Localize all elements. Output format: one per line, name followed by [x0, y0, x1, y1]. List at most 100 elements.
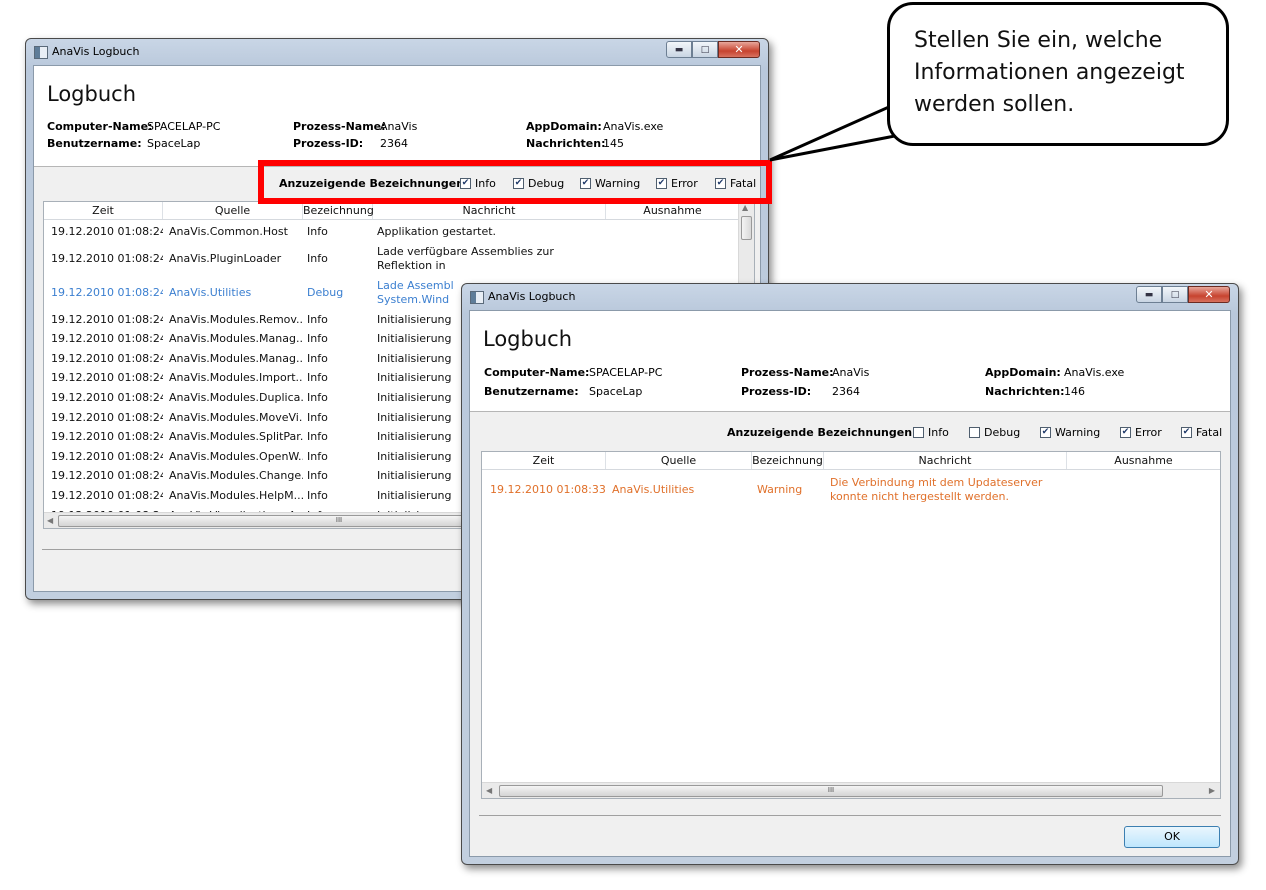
close-icon[interactable]: ✕: [718, 41, 760, 58]
column-header-level[interactable]: Bezeichnung: [752, 452, 824, 469]
front-titlebar[interactable]: AnaVis Logbuch ▬ □ ✕: [462, 284, 1238, 310]
cell-level: Info: [307, 351, 328, 365]
log-grid[interactable]: Zeit Quelle Bezeichnung Nachricht Ausnah…: [481, 451, 1221, 799]
checkbox-warning[interactable]: [1040, 427, 1051, 438]
column-header-time[interactable]: Zeit: [44, 202, 163, 219]
column-header-message[interactable]: Nachricht: [373, 202, 606, 219]
cell-source: AnaVis.Modules.Change...: [169, 469, 303, 483]
appdomain-label: AppDomain:: [985, 366, 1061, 379]
cell-time: 19.12.2010 01:08:24: [51, 449, 163, 463]
front-window: AnaVis Logbuch ▬ □ ✕ Logbuch Computer-Na…: [461, 283, 1239, 865]
user-label: Benutzername:: [47, 137, 142, 150]
column-header-exception[interactable]: Ausnahme: [606, 202, 739, 219]
page-title: Logbuch: [47, 82, 137, 106]
appdomain-value: AnaVis.exe: [603, 120, 664, 133]
scroll-up-icon[interactable]: ▲: [742, 203, 748, 212]
maximize-icon[interactable]: □: [692, 41, 718, 58]
column-header-message[interactable]: Nachricht: [824, 452, 1067, 469]
app-icon: [34, 46, 48, 59]
user-value: SpaceLap: [589, 385, 643, 398]
callout-line: Informationen angezeigt: [914, 60, 1185, 85]
filter-info[interactable]: Info: [913, 426, 949, 439]
cell-source: AnaVis.Modules.Remov...: [169, 312, 303, 326]
cell-time: 19.12.2010 01:08:24: [51, 410, 163, 424]
scroll-thumb-horizontal[interactable]: III: [499, 785, 1163, 797]
table-row[interactable]: 19.12.2010 01:08:24 AnaVis.Common.Host Inf…: [44, 222, 736, 242]
column-header-level[interactable]: Bezeichnung: [303, 202, 374, 219]
back-window-title: AnaVis Logbuch: [52, 45, 140, 58]
process-id-label: Prozess-ID:: [741, 385, 812, 398]
cell-level: Info: [307, 225, 328, 238]
minimize-icon[interactable]: ▬: [1136, 286, 1162, 303]
computer-name-value: SPACELAP-PC: [147, 120, 221, 133]
cell-level: Info: [307, 251, 328, 265]
scroll-left-icon[interactable]: ◀: [47, 516, 53, 525]
filter-error[interactable]: Error: [1120, 426, 1162, 439]
cell-message: Die Verbindung mit dem Updateserver konnt…: [830, 476, 1082, 504]
cell-time: 19.12.2010 01:08:24: [51, 225, 163, 238]
cell-level: Info: [307, 391, 328, 404]
grid-header: Zeit Quelle Bezeichnung Nachricht Ausnah…: [482, 452, 1220, 470]
process-name-value: AnaVis: [380, 120, 418, 133]
cell-source: AnaVis.PluginLoader: [169, 251, 282, 265]
filter-debug[interactable]: Debug: [969, 426, 1020, 439]
cell-source: AnaVis.Modules.Manag...: [169, 351, 303, 365]
checkbox-debug[interactable]: [969, 427, 980, 438]
process-id-value: 2364: [380, 137, 408, 150]
messages-label: Nachrichten:: [526, 137, 606, 150]
scroll-thumb[interactable]: [741, 216, 752, 240]
cell-level: Info: [307, 410, 328, 424]
messages-value: 145: [603, 137, 624, 150]
callout-text: Stellen Sie ein, welche Informationen an…: [914, 25, 1185, 121]
message-line: konnte nicht hergestellt werden.: [830, 490, 1009, 503]
table-row[interactable]: 19.12.2010 01:08:24 AnaVis.PluginLoader In…: [44, 242, 736, 276]
message-line: Die Verbindung mit dem Updateserver: [830, 476, 1043, 489]
filter-warning[interactable]: Warning: [1040, 426, 1100, 439]
cell-source: AnaVis.Modules.MoveVi...: [169, 410, 303, 424]
grid-header: Zeit Quelle Bezeichnung Nachricht Ausnah…: [44, 202, 754, 220]
scroll-right-icon[interactable]: ▶: [1209, 786, 1215, 795]
column-header-source[interactable]: Quelle: [163, 202, 303, 219]
back-titlebar[interactable]: AnaVis Logbuch ▬ □ ✕: [26, 39, 768, 65]
computer-name-label: Computer-Name:: [47, 120, 153, 133]
process-id-label: Prozess-ID:: [293, 137, 364, 150]
checkbox-fatal[interactable]: [1181, 427, 1192, 438]
user-label: Benutzername:: [484, 385, 579, 398]
column-header-source[interactable]: Quelle: [606, 452, 752, 469]
horizontal-scrollbar[interactable]: ◀ III ▶: [482, 782, 1220, 798]
cell-message: Applikation gestartet.: [377, 225, 497, 238]
cell-source: AnaVis.Modules.OpenW...: [169, 449, 303, 463]
messages-label: Nachrichten:: [985, 385, 1065, 398]
checkbox-error[interactable]: [1120, 427, 1131, 438]
process-name-label: Prozess-Name:: [741, 366, 834, 379]
maximize-icon[interactable]: □: [1162, 286, 1188, 303]
front-client: Logbuch Computer-Name: SPACELAP-PC Benut…: [469, 310, 1231, 857]
callout-bubble: Stellen Sie ein, welche Informationen an…: [887, 2, 1229, 146]
checkbox-label: Fatal: [1196, 426, 1223, 439]
scroll-left-icon[interactable]: ◀: [486, 786, 492, 795]
ok-button[interactable]: OK: [1124, 826, 1220, 848]
cell-time: 19.12.2010 01:08:24: [51, 489, 163, 502]
front-window-title: AnaVis Logbuch: [488, 290, 576, 303]
process-id-value: 2364: [832, 385, 860, 398]
minimize-icon[interactable]: ▬: [666, 41, 692, 58]
callout-line: werden sollen.: [914, 92, 1075, 117]
close-icon[interactable]: ✕: [1188, 286, 1230, 303]
checkbox-info[interactable]: [913, 427, 924, 438]
cell-source: AnaVis.Modules.Manag...: [169, 332, 303, 346]
app-icon: [470, 291, 484, 304]
filter-label: Anzuzeigende Bezeichnungen:: [727, 426, 917, 439]
user-value: SpaceLap: [147, 137, 201, 150]
callout-line: Stellen Sie ein, welche: [914, 28, 1163, 53]
cell-level: Info: [307, 332, 328, 346]
cell-level: Debug: [307, 285, 344, 299]
cell-source: AnaVis.Modules.SplitPar...: [169, 430, 303, 444]
cell-time: 19.12.2010 01:08:24: [51, 312, 163, 326]
filter-fatal[interactable]: Fatal: [1181, 426, 1222, 439]
cell-source: AnaVis.Modules.Import...: [169, 371, 303, 385]
cell-level: Info: [307, 489, 328, 502]
column-header-time[interactable]: Zeit: [482, 452, 606, 469]
table-row[interactable]: 19.12.2010 01:08:33 AnaVis.Utilities Warni…: [482, 472, 1202, 508]
column-header-exception[interactable]: Ausnahme: [1067, 452, 1220, 469]
cell-time: 19.12.2010 01:08:24: [51, 371, 163, 385]
